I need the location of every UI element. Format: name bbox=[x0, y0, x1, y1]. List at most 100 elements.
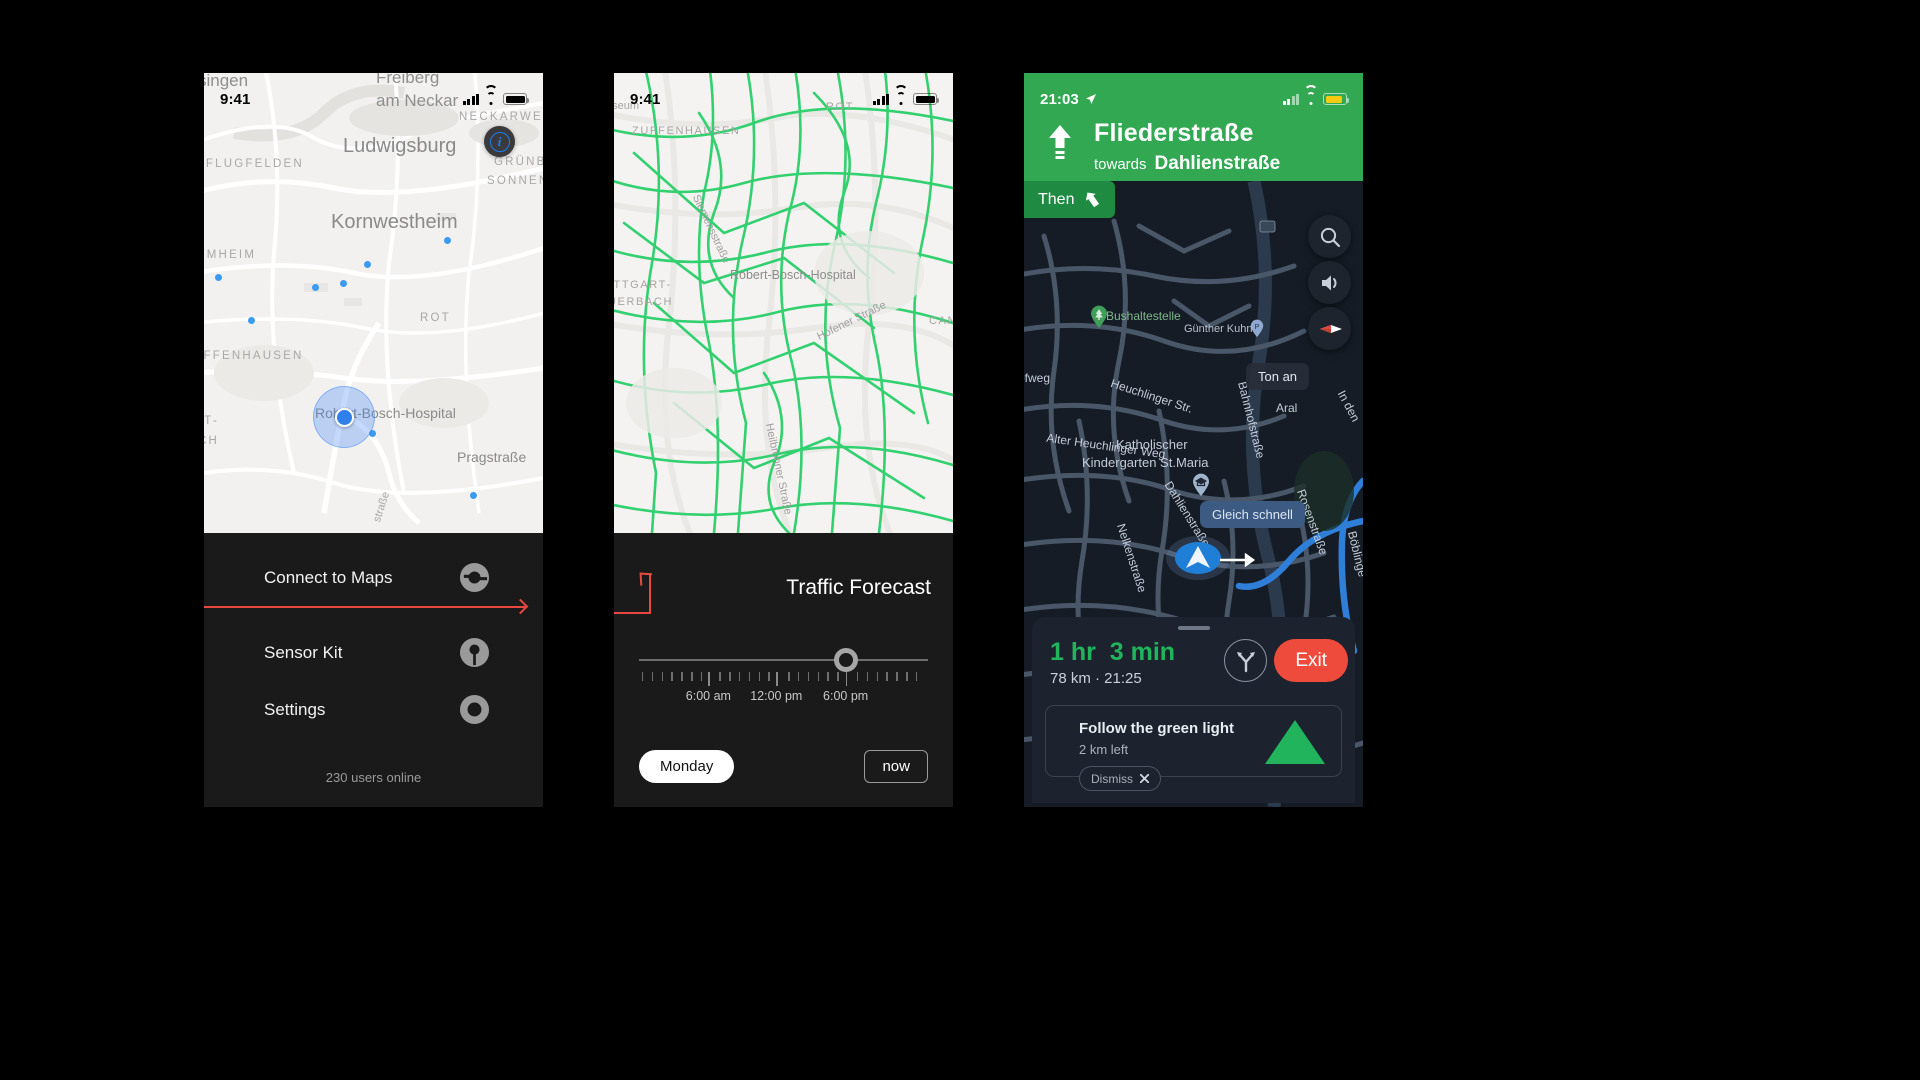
route-alternatives-button[interactable] bbox=[1224, 639, 1267, 682]
panel-controls: Monday now bbox=[639, 750, 928, 783]
map-poi-label: Robert-Bosch-Hospital bbox=[730, 268, 856, 282]
panel-grabber[interactable] bbox=[1177, 626, 1210, 630]
eta-hours: 1 hr bbox=[1050, 638, 1096, 666]
dismiss-label: Dismiss bbox=[1091, 771, 1133, 786]
straight-ahead-arrow-icon bbox=[1049, 125, 1071, 159]
device-dot[interactable] bbox=[215, 274, 222, 281]
slider-knob[interactable] bbox=[833, 648, 858, 672]
wifi-icon bbox=[1304, 84, 1318, 105]
panel-title: Traffic Forecast bbox=[786, 576, 931, 599]
eta-duration: 1 hr 3 min bbox=[1050, 638, 1175, 667]
parking-pin[interactable]: P bbox=[1250, 319, 1264, 338]
status-bar-indicators bbox=[872, 84, 939, 105]
route-status-tooltip: Gleich schnell bbox=[1200, 501, 1305, 528]
wifi-icon bbox=[894, 84, 908, 105]
map-label: UERBACH bbox=[614, 296, 673, 308]
towards-street-name: Dahlienstraße bbox=[1154, 153, 1281, 174]
day-selector-button[interactable]: Monday bbox=[639, 750, 735, 783]
cellular-bars-icon bbox=[462, 93, 479, 105]
device-dot[interactable] bbox=[312, 284, 319, 291]
sound-button[interactable] bbox=[1308, 261, 1351, 304]
green-light-title: Follow the green light bbox=[1079, 720, 1234, 737]
route-alternatives-icon bbox=[1236, 651, 1255, 672]
device-dot[interactable] bbox=[444, 237, 451, 244]
map-label: ZUFFENHAUSEN bbox=[632, 125, 741, 137]
bus-stop-pin[interactable] bbox=[1090, 305, 1108, 329]
bottom-menu: Connect to Maps Sensor Kit Settings 230 … bbox=[204, 533, 543, 807]
info-button[interactable]: i bbox=[484, 126, 515, 157]
status-bar-time-group: 21:03 bbox=[1040, 91, 1097, 108]
users-online-count: 230 users online bbox=[325, 770, 422, 785]
turn-left-icon bbox=[1086, 192, 1100, 208]
status-bar-indicators bbox=[1282, 84, 1349, 105]
status-bar-time: 21:03 bbox=[1040, 90, 1079, 108]
phone-screen-navigation: Fliederstraße towards Dahlienstraße Then bbox=[1024, 73, 1363, 807]
eta-minutes: 3 min bbox=[1109, 638, 1176, 666]
phone-screen-maps-menu: singen Freiberg am Neckar Ludwigsburg Ko… bbox=[204, 73, 543, 807]
info-icon: i bbox=[489, 131, 510, 152]
school-pin[interactable] bbox=[1192, 473, 1210, 497]
status-bar-indicators bbox=[462, 84, 529, 105]
menu-item-sensor-kit[interactable]: Sensor Kit bbox=[204, 624, 543, 681]
close-icon bbox=[1140, 774, 1149, 783]
settings-ring-icon bbox=[459, 694, 490, 725]
navigation-heading-arrow-icon bbox=[1186, 546, 1210, 568]
search-button[interactable] bbox=[1308, 215, 1351, 258]
green-triangle-icon bbox=[1265, 720, 1325, 764]
towards-line: towards Dahlienstraße bbox=[1094, 153, 1280, 175]
traffic-map[interactable]: useum ZUFFENHAUSEN ROT UTTGART- UERBACH … bbox=[614, 73, 953, 533]
slider-tick-labels: 6:00 am 12:00 pm 6:00 pm bbox=[639, 689, 928, 705]
device-dot[interactable] bbox=[364, 261, 371, 268]
device-dot[interactable] bbox=[470, 492, 477, 499]
map-overview[interactable]: singen Freiberg am Neckar Ludwigsburg Ko… bbox=[204, 73, 543, 533]
menu-item-label: Sensor Kit bbox=[264, 642, 343, 662]
battery-icon bbox=[913, 93, 939, 105]
location-arrow-icon bbox=[1085, 94, 1096, 104]
menu-item-settings[interactable]: Settings bbox=[204, 681, 543, 738]
eta-distance-arrival: 78 km · 21:25 bbox=[1050, 670, 1142, 687]
traffic-forecast-panel: Traffic Forecast 6:00 am 12:00 pm 6:00 p… bbox=[614, 533, 953, 807]
phone-screen-traffic-forecast: useum ZUFFENHAUSEN ROT UTTGART- UERBACH … bbox=[614, 73, 953, 807]
screenshot-root: singen Freiberg am Neckar Ludwigsburg Ko… bbox=[0, 0, 1920, 1080]
now-button[interactable]: now bbox=[864, 750, 928, 783]
then-banner: Then bbox=[1024, 181, 1116, 218]
map-label: UTTGART- bbox=[614, 279, 672, 291]
compass-button[interactable] bbox=[1308, 307, 1351, 350]
battery-icon bbox=[503, 93, 529, 105]
status-bar-time: 9:41 bbox=[630, 90, 661, 108]
next-street-name: Fliederstraße bbox=[1094, 119, 1254, 147]
green-light-card: Follow the green light 2 km left Dismiss bbox=[1045, 705, 1342, 791]
exit-navigation-button[interactable]: Exit bbox=[1274, 639, 1348, 682]
green-light-subtitle: 2 km left bbox=[1079, 742, 1129, 757]
dismiss-button[interactable]: Dismiss bbox=[1079, 766, 1161, 791]
highlight-arrow bbox=[204, 606, 525, 608]
slider-ticks bbox=[639, 672, 928, 686]
then-label: Then bbox=[1038, 190, 1075, 208]
slider-track[interactable] bbox=[639, 659, 928, 661]
map-label: CANN bbox=[929, 315, 953, 327]
highlight-hook-arrow bbox=[614, 572, 652, 614]
device-dot[interactable] bbox=[340, 280, 347, 287]
menu-item-connect-to-maps[interactable]: Connect to Maps bbox=[204, 549, 543, 606]
slider-tick-label: 12:00 pm bbox=[750, 689, 803, 703]
sound-tooltip[interactable]: Ton an bbox=[1246, 363, 1310, 390]
device-dot[interactable] bbox=[248, 317, 255, 324]
menu-item-label: Connect to Maps bbox=[264, 567, 393, 587]
status-bar-time: 9:41 bbox=[220, 90, 251, 108]
status-bar: 9:41 bbox=[614, 73, 953, 115]
search-icon bbox=[1320, 227, 1340, 247]
sound-icon bbox=[1321, 275, 1336, 290]
maps-connect-icon bbox=[459, 562, 490, 593]
sensor-kit-icon bbox=[459, 637, 490, 668]
cellular-bars-icon bbox=[1282, 93, 1299, 105]
slider-tick-label: 6:00 pm bbox=[823, 689, 869, 703]
navigation-bottom-panel: 1 hr 3 min 78 km · 21:25 Exit Follow the… bbox=[1032, 617, 1355, 803]
current-location-dot[interactable] bbox=[335, 408, 354, 427]
towards-prefix: towards bbox=[1094, 156, 1147, 173]
status-bar: 21:03 bbox=[1024, 73, 1363, 115]
wifi-icon bbox=[484, 84, 498, 105]
status-bar: 9:41 bbox=[204, 73, 543, 115]
compass-icon bbox=[1319, 324, 1342, 333]
menu-item-label: Settings bbox=[264, 699, 326, 719]
slider-tick-label: 6:00 am bbox=[685, 689, 731, 703]
